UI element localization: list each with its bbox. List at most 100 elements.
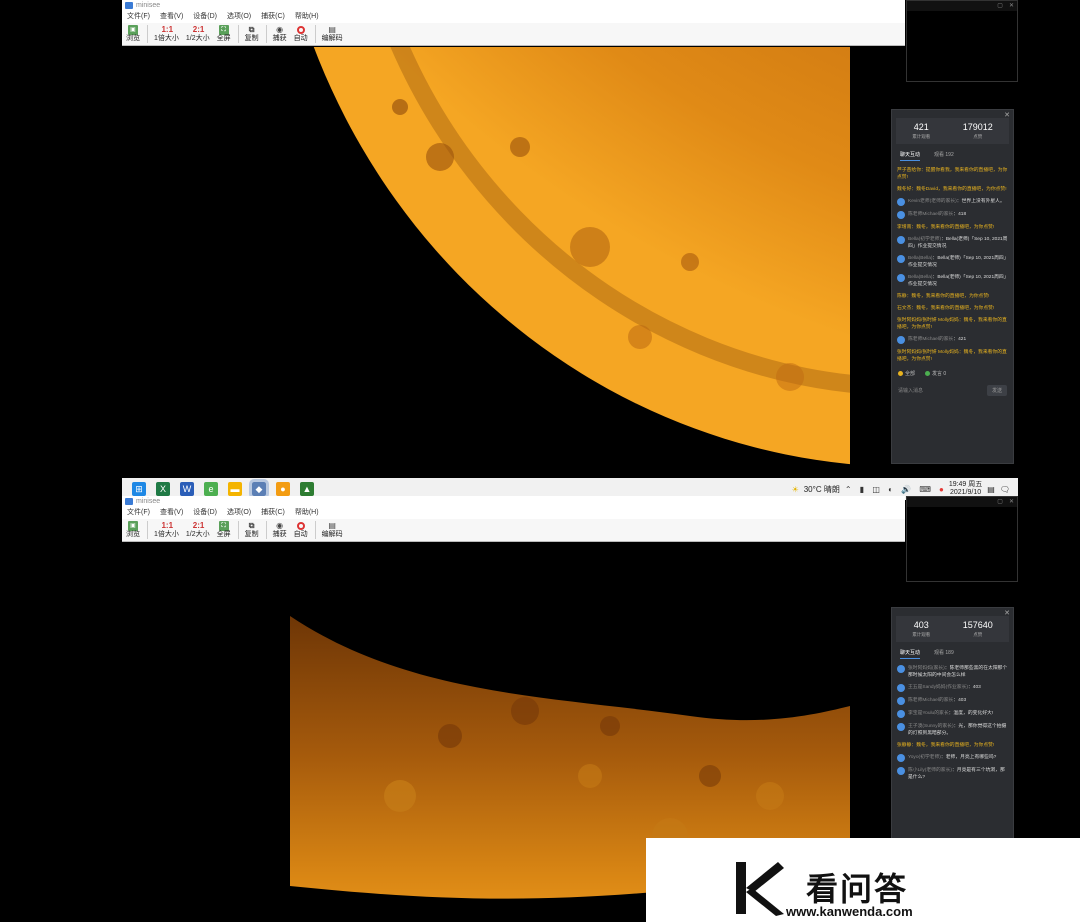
chat-message: Bella(初学老师)：Bella(老师)「Sep 10, 2021周四」作业提… [897, 236, 1008, 250]
folder-icon[interactable]: ▬ [228, 482, 242, 496]
edit-icon: ▤ [328, 25, 336, 34]
avatar[interactable] [897, 255, 905, 263]
word-icon[interactable]: W [180, 482, 194, 496]
excel-icon[interactable]: X [156, 482, 170, 496]
menu-file[interactable]: 文件(F) [122, 507, 155, 519]
tab-chat[interactable]: 聊天互动 [900, 649, 921, 659]
app-window-top: minisee 文件(F) 查看(V) 设备(D) 选项(O) 捕获(C) 帮助… [122, 0, 905, 46]
stats-box: 403 累计观看 157640 点赞 [896, 616, 1009, 642]
codec-button[interactable]: ▤ 编解码 [322, 23, 343, 43]
browse-button[interactable]: ▣ 浏览 [126, 23, 140, 43]
fullscreen-button[interactable]: ⛶ 全屏 [217, 23, 231, 43]
menu-options[interactable]: 选项(O) [222, 11, 256, 23]
tab-viewers[interactable]: 观看 192 [934, 151, 954, 161]
notification-badge-icon[interactable]: ● [939, 485, 944, 494]
windows-start-icon[interactable]: ⊞ [132, 482, 146, 496]
scale-1x-button[interactable]: 1:1 1倍大小 [154, 519, 179, 539]
menu-help[interactable]: 帮助(H) [290, 11, 324, 23]
close-icon[interactable]: ✕ [1009, 1, 1014, 11]
tray-icons[interactable]: ⌃ ▮ ◫ ◐ 🔊 ⌨ [845, 485, 934, 494]
menu-view[interactable]: 查看(V) [155, 507, 188, 519]
clock[interactable]: 19:49 周五 2021/9/10 [949, 481, 982, 497]
tab-chat[interactable]: 聊天互动 [900, 151, 921, 161]
chat-input-row: 请输入消息 发送 [892, 379, 1013, 402]
chat-nickname[interactable]: 李宝是Youlu的家长 [908, 711, 949, 716]
restore-icon[interactable]: ▢ [997, 497, 1003, 507]
chat-text: ：403 [967, 685, 981, 690]
avatar[interactable] [897, 767, 905, 775]
chat-nickname[interactable]: Kevin老师(老师的家长) [908, 199, 957, 204]
capture-button[interactable]: ◉ 捕获 [273, 23, 287, 43]
chat-nickname[interactable]: Bella(Bella) [908, 275, 933, 280]
chat-nickname[interactable]: 陈老师Michael的家长 [908, 698, 953, 703]
chat-nickname[interactable]: 王五是Sandy妈妈(作业家长) [908, 685, 968, 690]
close-icon[interactable]: ✕ [1004, 609, 1010, 617]
avatar[interactable] [897, 697, 905, 705]
menu-options[interactable]: 选项(O) [222, 507, 256, 519]
chat-message: Kevin老师(老师的家长)：世界上没有外星人。 [897, 198, 1008, 206]
codec-button[interactable]: ▤ 编解码 [322, 519, 343, 539]
copy-button[interactable]: ⧉ 复制 [245, 519, 259, 539]
chat-input[interactable]: 请输入消息 [898, 387, 923, 394]
notification-icon[interactable]: 🗨 [1000, 485, 1010, 494]
chat-nickname[interactable]: Yoyo(初学老师) [908, 755, 941, 760]
app-window-bottom: minisee 文件(F) 查看(V) 设备(D) 选项(O) 捕获(C) 帮助… [122, 496, 905, 542]
menu-help[interactable]: 帮助(H) [290, 507, 324, 519]
filter-all[interactable]: 全部 [898, 370, 915, 377]
auto-button[interactable]: 自动 [294, 519, 308, 539]
avatar[interactable] [897, 236, 905, 244]
chat-nickname[interactable]: 陈老师Michael的家长 [908, 337, 953, 342]
send-button[interactable]: 发送 [986, 385, 1007, 396]
menu-device[interactable]: 设备(D) [188, 11, 222, 23]
restore-icon[interactable]: ▢ [997, 1, 1003, 11]
live-panel-top: ✕ 421 累计观看 179012 点赞 聊天互动 观看 192 芦子苗给你：提醒你… [891, 109, 1014, 464]
chat-message: 王五是Sandy妈妈(作业家长)：403 [897, 684, 1008, 692]
fullscreen-button[interactable]: ⛶ 全屏 [217, 519, 231, 539]
avatar[interactable] [897, 710, 905, 718]
copy-button[interactable]: ⧉ 复制 [245, 23, 259, 43]
menu-capture[interactable]: 捕获(C) [256, 507, 290, 519]
chat-nickname[interactable]: 陈小Lily(老师的家长) [908, 768, 952, 773]
avatar[interactable] [897, 684, 905, 692]
filter-speech[interactable]: 发言 0 [925, 370, 946, 377]
chat-nickname[interactable]: 陈老师Michael的家长 [908, 212, 953, 217]
menu-file[interactable]: 文件(F) [122, 11, 155, 23]
photo-app-icon[interactable]: ▲ [300, 482, 314, 496]
scale-1x-button[interactable]: 1:1 1倍大小 [154, 23, 179, 43]
avatar[interactable] [897, 274, 905, 282]
auto-button[interactable]: 自动 [294, 23, 308, 43]
chat-nickname[interactable]: 张时阿妈妈(家长) [908, 666, 945, 671]
browse-button[interactable]: ▣ 浏览 [126, 519, 140, 539]
chat-nickname[interactable]: Bella(初学老师) [908, 237, 941, 242]
chat-nickname[interactable]: 王子澳(Sunny的家长) [908, 724, 954, 729]
menu-view[interactable]: 查看(V) [155, 11, 188, 23]
active-app-icon[interactable]: ◆ [249, 479, 269, 499]
browser-icon[interactable]: e [204, 482, 218, 496]
avatar[interactable] [897, 198, 905, 206]
app-icon [125, 498, 133, 505]
chat-nickname[interactable]: Bella(Bella) [908, 256, 933, 261]
scale-half-button[interactable]: 2:1 1/2大小 [186, 23, 210, 43]
avatar[interactable] [897, 754, 905, 762]
chat-filter: 全部 发言 0 [892, 368, 1013, 379]
orange-app-icon[interactable]: ● [276, 482, 290, 496]
chat-message: 石文杰：魏冬，我来看你的直播吧，为你点赞! [897, 306, 995, 311]
avatar[interactable] [897, 665, 905, 673]
notes-icon[interactable]: ▤ [987, 485, 995, 494]
scale-half-button[interactable]: 2:1 1/2大小 [186, 519, 210, 539]
avatar[interactable] [897, 723, 905, 731]
capture-button[interactable]: ◉ 捕获 [273, 519, 287, 539]
avatar[interactable] [897, 211, 905, 219]
menu-device[interactable]: 设备(D) [188, 507, 222, 519]
fullscreen-icon: ⛶ [218, 521, 229, 531]
avatar[interactable] [897, 336, 905, 344]
chat-message: 李宝是Youlu的家长：温度，的变化好大! [897, 710, 1008, 718]
menu-capture[interactable]: 捕获(C) [256, 11, 290, 23]
scale-2-1-icon: 2:1 [192, 25, 205, 34]
moon-image-top [313, 47, 850, 464]
close-icon[interactable]: ✕ [1009, 497, 1014, 507]
tab-viewers[interactable]: 观看 189 [934, 649, 954, 659]
close-icon[interactable]: ✕ [1004, 111, 1010, 119]
weather-text[interactable]: 30°C 晴朗 [804, 484, 840, 495]
chat-message: 陈老师Michael的家长：418 [897, 211, 1008, 219]
